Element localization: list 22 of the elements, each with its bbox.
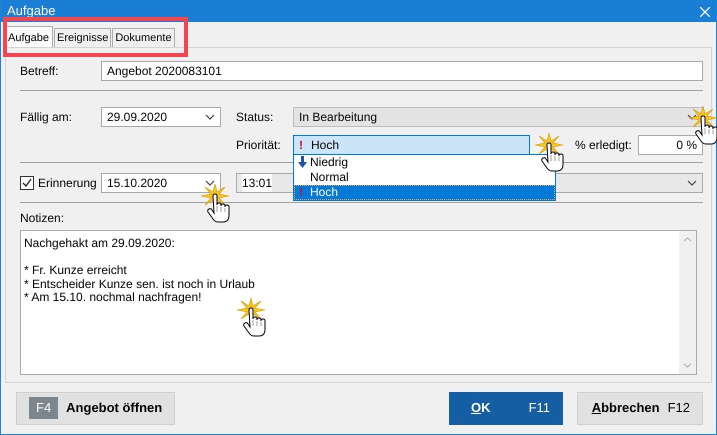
priority-dropdown[interactable]: ! Hoch [293,135,530,155]
tab[interactable]: Aufgabe [4,26,53,47]
percent-field[interactable]: 0 % [638,135,703,155]
field-label: % erledigt: [575,137,633,154]
window-title: Aufgabe [7,2,56,20]
date-dropdown[interactable]: 15.10.2020 [101,173,221,193]
field-label: Priorität: [236,137,282,154]
dropdown-option[interactable]: Normal [294,170,555,185]
tab[interactable]: Dokumente [112,28,175,47]
field-label: Betreff: [20,63,60,80]
date-dropdown[interactable]: 29.09.2020 [101,107,221,127]
tab[interactable]: Ereignisse [54,28,112,47]
checkbox-label: Erinnerung [38,175,97,192]
field-label: Status: [236,109,274,126]
subject-field[interactable]: Angebot 2020083101 [101,61,703,81]
button[interactable]: Abbrechen F12 [577,392,703,424]
notes-field[interactable]: Nachgehakt am 29.09.2020: * Fr. Kunze erreicht * Entscheider Kunze sen. ist noch in Urlaub * Am 15.10. nochmal nachfragen! [20,230,697,375]
field-label: Notizen: [20,210,64,227]
button[interactable]: F4 Angebot öffnen [16,392,176,424]
field-label: Fällig am: [20,109,74,126]
button[interactable]: OK F11 [449,392,563,424]
dropdown-option[interactable]: ! Hoch [294,185,555,200]
